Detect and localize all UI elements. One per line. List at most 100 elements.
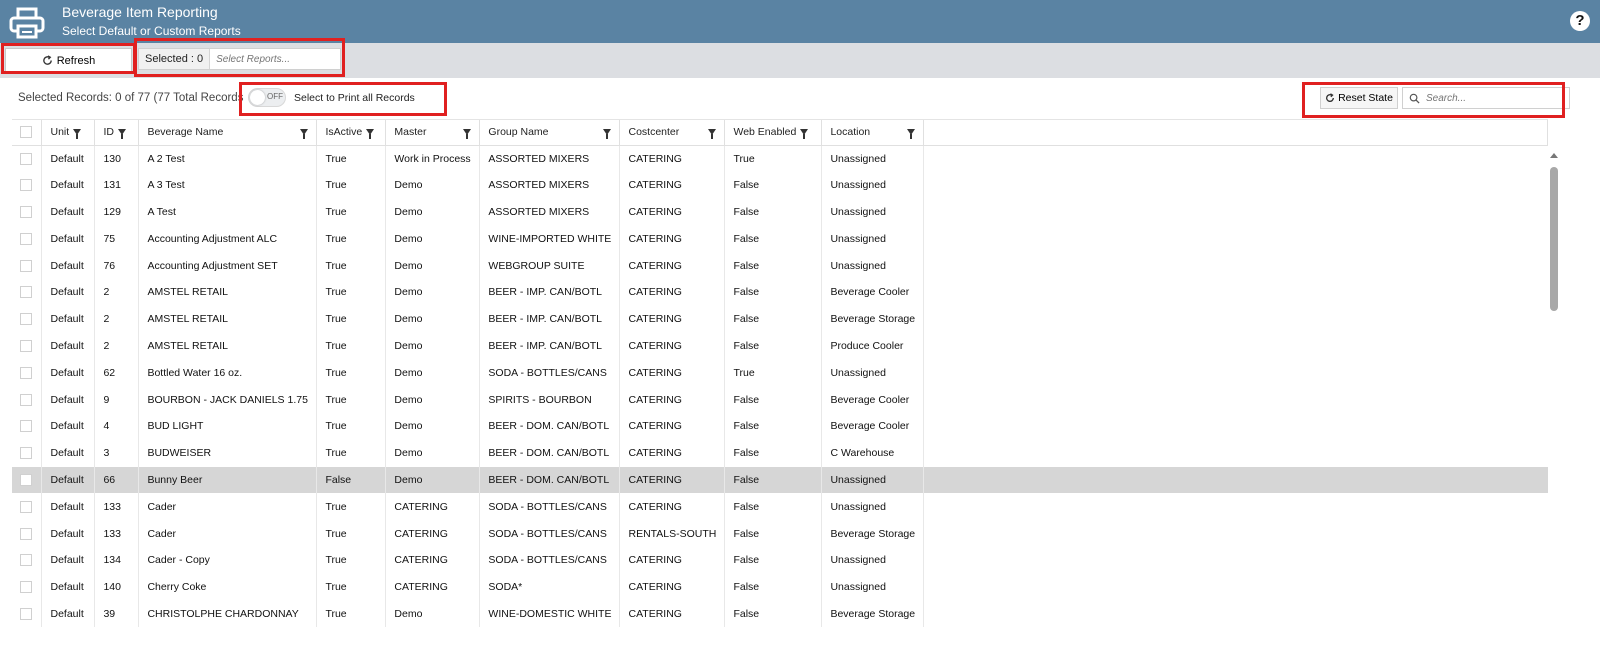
table-row[interactable]: Default 3 BUDWEISER True Demo BEER - DOM. CAN… — [12, 439, 1548, 467]
table-cell-filler — [924, 440, 1548, 467]
column-header-master[interactable]: Master — [385, 120, 481, 146]
table-row[interactable]: Default 9 BOURBON - JACK DANIELS 1.75 True D… — [12, 386, 1548, 413]
table-row[interactable]: Default 75 Accounting Adjustment ALC True De… — [12, 225, 1548, 253]
filter-icon[interactable] — [463, 129, 472, 139]
table-row[interactable]: Default 2 AMSTEL RETAIL True Demo BEER - IMP.… — [12, 332, 1548, 360]
table-row[interactable]: Default 39 CHRISTOLPHE CHARDONNAY True Demo W… — [12, 600, 1548, 628]
column-header-isactive[interactable]: IsActive — [316, 120, 387, 146]
print-all-toggle[interactable]: OFF — [248, 88, 286, 107]
row-checkbox[interactable] — [12, 520, 43, 547]
table-cell: BEER - IMP. CAN/BOTL — [479, 305, 621, 333]
refresh-button[interactable]: Refresh — [5, 48, 132, 73]
table-row[interactable]: Default 2 AMSTEL RETAIL True Demo BEER - IMP.… — [12, 305, 1548, 333]
table-cell: True — [724, 145, 823, 172]
select-all-checkbox[interactable] — [12, 120, 43, 146]
table-row[interactable]: Default 66 Bunny Beer False Demo BEER - DOM. … — [12, 466, 1548, 494]
row-checkbox[interactable] — [12, 305, 43, 333]
table-row[interactable]: Default 76 Accounting Adjustment SET True De… — [12, 252, 1548, 279]
table-cell: CATERING — [619, 225, 726, 253]
row-checkbox[interactable] — [12, 252, 43, 279]
filter-icon[interactable] — [800, 129, 809, 140]
row-checkbox[interactable] — [12, 359, 43, 387]
row-checkbox[interactable] — [12, 466, 43, 494]
table-row[interactable]: Default 2 AMSTEL RETAIL True Demo BEER - IMP.… — [12, 278, 1548, 306]
table-cell: 130 — [94, 145, 140, 172]
row-checkbox[interactable] — [12, 546, 43, 574]
table-cell: True — [316, 332, 387, 360]
vertical-scrollbar[interactable] — [1548, 147, 1560, 650]
table-row[interactable]: Default 134 Cader - Copy True CATERING SODA -… — [12, 546, 1548, 574]
table-cell: CHRISTOLPHE CHARDONNAY — [138, 600, 318, 628]
report-selector[interactable]: Selected : 0 — [138, 48, 341, 70]
table-cell: AMSTEL RETAIL — [138, 332, 318, 360]
reset-state-button[interactable]: Reset State — [1320, 87, 1398, 109]
table-cell: Demo — [385, 278, 481, 306]
table-cell: AMSTEL RETAIL — [138, 305, 318, 333]
help-icon[interactable]: ? — [1570, 11, 1590, 31]
row-checkbox[interactable] — [12, 573, 43, 601]
table-row[interactable]: Default 130 A 2 Test True Work in Process ASS… — [12, 145, 1548, 172]
column-header-web-enabled[interactable]: Web Enabled — [724, 120, 823, 146]
table-cell-filler — [924, 359, 1548, 386]
row-checkbox[interactable] — [12, 386, 43, 413]
table-row[interactable]: Default 62 Bottled Water 16 oz. True Demo SOD… — [12, 359, 1548, 387]
row-checkbox[interactable] — [12, 198, 43, 226]
table-cell: 9 — [94, 386, 140, 413]
row-checkbox[interactable] — [12, 145, 43, 172]
column-header-location[interactable]: Location — [821, 120, 925, 146]
row-checkbox[interactable] — [12, 332, 43, 360]
printer-icon[interactable] — [9, 7, 45, 39]
column-header-id[interactable]: ID — [94, 120, 140, 146]
row-checkbox[interactable] — [12, 278, 43, 306]
filter-icon[interactable] — [300, 129, 309, 139]
filter-icon[interactable] — [907, 129, 916, 139]
table-row[interactable]: Default 129 A Test True Demo ASSORTED MIXERS C… — [12, 198, 1548, 226]
table-cell: Demo — [385, 359, 481, 387]
row-checkbox[interactable] — [12, 171, 43, 199]
table-row[interactable]: Default 133 Cader True CATERING SODA - BOTTLE… — [12, 493, 1548, 521]
column-header-group-name[interactable]: Group Name — [479, 120, 621, 146]
row-checkbox[interactable] — [12, 439, 43, 467]
table-cell: 140 — [94, 573, 140, 601]
table-cell: True — [316, 386, 387, 413]
scroll-thumb[interactable] — [1550, 167, 1558, 311]
table-cell: BUDWEISER — [138, 439, 318, 467]
scroll-up-arrow-icon[interactable] — [1550, 153, 1558, 158]
table-cell: False — [724, 252, 823, 279]
table-cell: Work in Process — [385, 145, 481, 172]
table-cell: SODA - BOTTLES/CANS — [479, 546, 621, 574]
filter-icon[interactable] — [117, 129, 126, 140]
table-row[interactable]: Default 133 Cader True CATERING SODA - BOTTLE… — [12, 520, 1548, 547]
table-cell: BEER - IMP. CAN/BOTL — [479, 278, 621, 306]
table-cell: False — [724, 493, 823, 521]
table-cell: CATERING — [619, 278, 726, 306]
table-cell: Beverage Cooler — [821, 412, 925, 440]
filter-icon[interactable] — [708, 129, 717, 139]
table-cell: 66 — [94, 466, 140, 494]
filter-icon[interactable] — [73, 129, 82, 140]
table-cell: False — [724, 171, 823, 199]
table-cell: CATERING — [619, 252, 726, 279]
table-row[interactable]: Default 140 Cherry Coke True CATERING SODA* CA… — [12, 573, 1548, 601]
row-checkbox[interactable] — [12, 225, 43, 253]
table-cell: Default — [41, 198, 96, 226]
table-cell: CATERING — [619, 466, 726, 494]
search-input[interactable] — [1426, 92, 1556, 104]
column-header-beverage-name[interactable]: Beverage Name — [138, 120, 318, 146]
column-header-unit[interactable]: Unit — [41, 120, 96, 146]
search-box[interactable] — [1402, 87, 1570, 109]
row-checkbox[interactable] — [12, 493, 43, 521]
filter-icon[interactable] — [603, 129, 612, 139]
table-cell: 2 — [94, 278, 140, 306]
table-cell: Cherry Coke — [138, 573, 318, 601]
table-cell-filler — [924, 574, 1548, 601]
table-cell: False — [724, 332, 823, 360]
table-row[interactable]: Default 131 A 3 Test True Demo ASSORTED MIXER… — [12, 171, 1548, 199]
row-checkbox[interactable] — [12, 412, 43, 440]
column-header-costcenter[interactable]: Costcenter — [619, 120, 726, 146]
row-checkbox[interactable] — [12, 600, 43, 628]
select-reports-input[interactable] — [210, 53, 331, 65]
table-cell: Default — [41, 520, 96, 547]
table-row[interactable]: Default 4 BUD LIGHT True Demo BEER - DOM. CAN… — [12, 412, 1548, 440]
filter-icon[interactable] — [366, 129, 375, 140]
